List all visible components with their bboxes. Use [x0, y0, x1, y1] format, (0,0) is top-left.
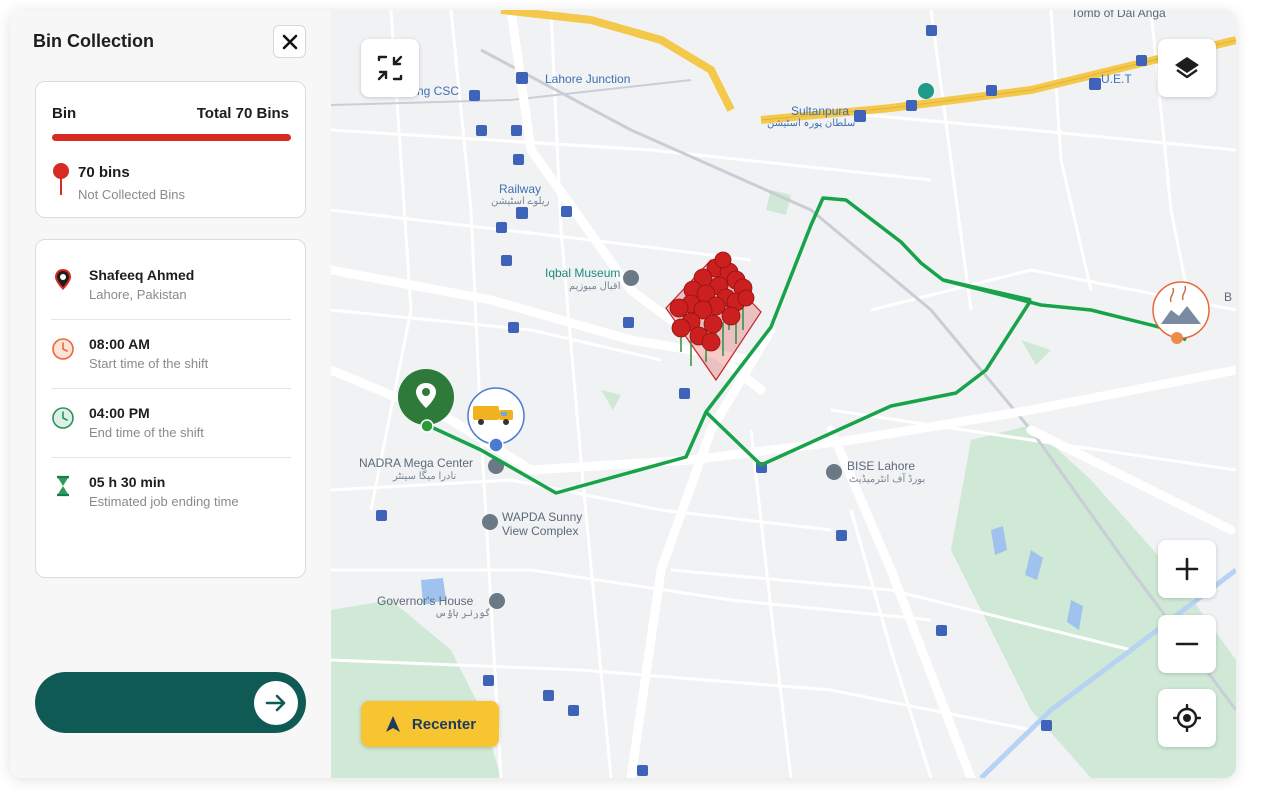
driver-name: Shafeeq Ahmed	[89, 267, 195, 283]
start-job-slider[interactable]	[35, 672, 306, 733]
map-label: Railway	[499, 182, 542, 196]
map-label: نادرا میگا سینٹر	[393, 471, 457, 482]
zoom-in-icon	[1175, 557, 1199, 581]
slider-knob[interactable]	[254, 681, 298, 725]
map-label: Sultanpura	[791, 104, 850, 118]
bin-status-label: Not Collected Bins	[78, 187, 185, 202]
map-label: Iqbal Museum	[545, 266, 621, 280]
bin-label: Bin	[52, 105, 77, 122]
map-label: BISE Lahore	[847, 459, 916, 473]
job-ending-label: Estimated job ending time	[89, 494, 239, 509]
divider	[51, 388, 291, 389]
bin-progress-bar	[52, 134, 291, 141]
shift-start-time: 08:00 AM	[89, 336, 150, 352]
my-location-button[interactable]	[1158, 689, 1216, 747]
map-label: ریلوے اسٹیشن	[491, 196, 550, 207]
driver-location: Lahore, Pakistan	[89, 287, 187, 302]
clock-orange-icon	[52, 338, 74, 360]
my-location-icon	[1173, 704, 1201, 732]
sidebar-panel: Bin Collection Bin Total 70 Bins 70 bins…	[10, 10, 331, 778]
arrow-right-icon	[265, 694, 286, 712]
bin-collection-app: Bin Collection Bin Total 70 Bins 70 bins…	[10, 10, 1236, 778]
collapse-icon	[377, 55, 403, 81]
map-label: سلطان پورہ اسٹیشن	[767, 118, 856, 129]
bin-total: Total 70 Bins	[196, 105, 289, 122]
location-pin-icon	[55, 269, 71, 290]
map-label: اقبال میوزیم	[569, 281, 621, 292]
red-pin-icon	[53, 163, 69, 195]
clock-green-icon	[52, 407, 74, 429]
map-label: WAPDA Sunny	[502, 510, 583, 524]
zoom-out-icon	[1175, 642, 1199, 646]
layers-icon	[1175, 57, 1199, 79]
map-label: NADRA Mega Center	[359, 456, 474, 470]
divider	[51, 457, 291, 458]
map-label: Governor's House	[377, 594, 474, 608]
bin-count: 70 bins	[78, 164, 130, 181]
map-label: B	[1224, 290, 1233, 304]
close-button[interactable]	[273, 25, 306, 58]
map-label: گورنر ہاؤس	[435, 608, 491, 619]
map-label: بورڈ آف انٹرمیڈیٹ	[849, 474, 926, 485]
bin-summary-card: Bin Total 70 Bins 70 bins Not Collected …	[35, 81, 306, 218]
collapse-map-button[interactable]	[361, 39, 419, 97]
map-layers-button[interactable]	[1158, 39, 1216, 97]
shift-end-time: 04:00 PM	[89, 405, 150, 421]
map-label: ng CSC	[417, 84, 460, 98]
map-label: Lahore Junction	[545, 72, 631, 86]
hourglass-icon	[57, 475, 69, 497]
map-label: U.E.T	[1101, 72, 1132, 86]
shift-start-label: Start time of the shift	[89, 356, 209, 371]
zoom-out-button[interactable]	[1158, 615, 1216, 673]
divider	[51, 319, 291, 320]
close-icon	[282, 34, 297, 49]
job-ending-time: 05 h 30 min	[89, 474, 166, 490]
recenter-button[interactable]: Recenter	[361, 701, 499, 747]
map-view[interactable]: Lahore Junction ng CSC Railway ریلوے اسٹ…	[331, 10, 1236, 778]
panel-title: Bin Collection	[33, 31, 154, 51]
map-label: Tomb of Dai Anga	[1071, 10, 1166, 20]
driver-info-card: Shafeeq Ahmed Lahore, Pakistan 08:00 AM …	[35, 239, 306, 578]
navigation-arrow-icon	[385, 716, 400, 732]
shift-end-label: End time of the shift	[89, 425, 204, 440]
recenter-label: Recenter	[411, 715, 477, 733]
zoom-in-button[interactable]	[1158, 540, 1216, 598]
map-label: View Complex	[502, 524, 579, 538]
